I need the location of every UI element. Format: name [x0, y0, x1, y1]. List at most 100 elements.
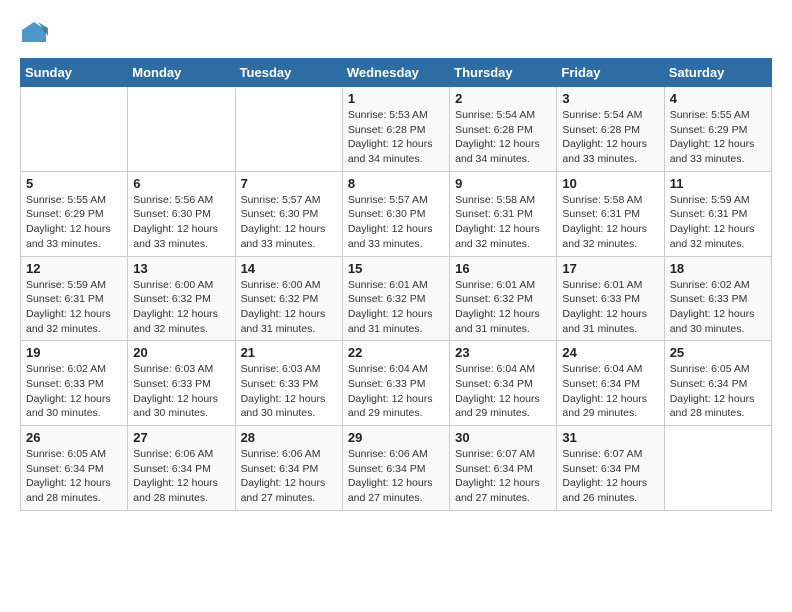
weekday-header-monday: Monday	[128, 59, 235, 87]
weekday-header-friday: Friday	[557, 59, 664, 87]
calendar-cell	[128, 87, 235, 172]
day-info: Sunrise: 6:06 AM Sunset: 6:34 PM Dayligh…	[133, 447, 229, 506]
day-info: Sunrise: 5:57 AM Sunset: 6:30 PM Dayligh…	[241, 193, 337, 252]
day-number: 20	[133, 345, 229, 360]
day-number: 13	[133, 261, 229, 276]
day-info: Sunrise: 5:57 AM Sunset: 6:30 PM Dayligh…	[348, 193, 444, 252]
calendar-cell: 8 Sunrise: 5:57 AM Sunset: 6:30 PM Daylig…	[342, 171, 449, 256]
calendar-cell: 31 Sunrise: 6:07 AM Sunset: 6:34 PM Dayli…	[557, 426, 664, 511]
calendar-cell	[21, 87, 128, 172]
day-info: Sunrise: 6:04 AM Sunset: 6:34 PM Dayligh…	[562, 362, 658, 421]
calendar-cell: 27 Sunrise: 6:06 AM Sunset: 6:34 PM Dayli…	[128, 426, 235, 511]
calendar-cell: 7Sunrise: 5:57 AM Sunset: 6:30 PM Daylig…	[235, 171, 342, 256]
day-number: 27	[133, 430, 229, 445]
day-info: Sunrise: 6:00 AM Sunset: 6:32 PM Dayligh…	[241, 278, 337, 337]
day-info: Sunrise: 5:59 AM Sunset: 6:31 PM Dayligh…	[670, 193, 766, 252]
calendar-cell	[664, 426, 771, 511]
calendar-cell: 20 Sunrise: 6:03 AM Sunset: 6:33 PM Dayli…	[128, 341, 235, 426]
day-number: 2	[455, 91, 551, 106]
calendar-cell: 28 Sunrise: 6:06 AM Sunset: 6:34 PM Dayli…	[235, 426, 342, 511]
calendar-cell: 22 Sunrise: 6:04 AM Sunset: 6:33 PM Dayli…	[342, 341, 449, 426]
day-info: Sunrise: 6:01 AM Sunset: 6:32 PM Dayligh…	[348, 278, 444, 337]
day-info: Sunrise: 5:55 AM Sunset: 6:29 PM Dayligh…	[670, 108, 766, 167]
day-number: 3	[562, 91, 658, 106]
day-number: 26	[26, 430, 122, 445]
day-info: Sunrise: 5:54 AM Sunset: 6:28 PM Dayligh…	[562, 108, 658, 167]
day-info: Sunrise: 6:06 AM Sunset: 6:34 PM Dayligh…	[241, 447, 337, 506]
day-number: 15	[348, 261, 444, 276]
day-number: 21	[241, 345, 337, 360]
logo-icon	[20, 20, 48, 48]
day-number: 17	[562, 261, 658, 276]
day-info: Sunrise: 6:05 AM Sunset: 6:34 PM Dayligh…	[670, 362, 766, 421]
calendar-body: 1Sunrise: 5:53 AM Sunset: 6:28 PM Daylig…	[21, 87, 772, 511]
day-number: 8	[348, 176, 444, 191]
calendar-week-2: 5 Sunrise: 5:55 AM Sunset: 6:29 PM Daylig…	[21, 171, 772, 256]
logo	[20, 20, 50, 48]
calendar-table: SundayMondayTuesdayWednesdayThursdayFrid…	[20, 58, 772, 511]
day-info: Sunrise: 6:05 AM Sunset: 6:34 PM Dayligh…	[26, 447, 122, 506]
day-info: Sunrise: 5:55 AM Sunset: 6:29 PM Dayligh…	[26, 193, 122, 252]
day-info: Sunrise: 6:04 AM Sunset: 6:34 PM Dayligh…	[455, 362, 551, 421]
calendar-cell: 19Sunrise: 6:02 AM Sunset: 6:33 PM Dayli…	[21, 341, 128, 426]
calendar-cell: 30 Sunrise: 6:07 AM Sunset: 6:34 PM Dayli…	[450, 426, 557, 511]
day-number: 16	[455, 261, 551, 276]
day-number: 11	[670, 176, 766, 191]
day-info: Sunrise: 5:58 AM Sunset: 6:31 PM Dayligh…	[455, 193, 551, 252]
calendar-cell: 2Sunrise: 5:54 AM Sunset: 6:28 PM Daylig…	[450, 87, 557, 172]
day-info: Sunrise: 6:00 AM Sunset: 6:32 PM Dayligh…	[133, 278, 229, 337]
calendar-cell: 14 Sunrise: 6:00 AM Sunset: 6:32 PM Dayli…	[235, 256, 342, 341]
calendar-cell: 6Sunrise: 5:56 AM Sunset: 6:30 PM Daylig…	[128, 171, 235, 256]
day-number: 14	[241, 261, 337, 276]
day-info: Sunrise: 6:06 AM Sunset: 6:34 PM Dayligh…	[348, 447, 444, 506]
day-info: Sunrise: 6:07 AM Sunset: 6:34 PM Dayligh…	[455, 447, 551, 506]
day-number: 18	[670, 261, 766, 276]
calendar-cell: 29 Sunrise: 6:06 AM Sunset: 6:34 PM Dayli…	[342, 426, 449, 511]
day-number: 10	[562, 176, 658, 191]
weekday-header-tuesday: Tuesday	[235, 59, 342, 87]
day-number: 5	[26, 176, 122, 191]
calendar-week-4: 19Sunrise: 6:02 AM Sunset: 6:33 PM Dayli…	[21, 341, 772, 426]
day-number: 28	[241, 430, 337, 445]
calendar-cell: 5 Sunrise: 5:55 AM Sunset: 6:29 PM Daylig…	[21, 171, 128, 256]
day-info: Sunrise: 6:03 AM Sunset: 6:33 PM Dayligh…	[241, 362, 337, 421]
calendar-week-5: 26 Sunrise: 6:05 AM Sunset: 6:34 PM Dayli…	[21, 426, 772, 511]
day-info: Sunrise: 6:03 AM Sunset: 6:33 PM Dayligh…	[133, 362, 229, 421]
day-info: Sunrise: 6:04 AM Sunset: 6:33 PM Dayligh…	[348, 362, 444, 421]
day-number: 12	[26, 261, 122, 276]
calendar-cell: 3 Sunrise: 5:54 AM Sunset: 6:28 PM Daylig…	[557, 87, 664, 172]
calendar-cell: 25 Sunrise: 6:05 AM Sunset: 6:34 PM Dayli…	[664, 341, 771, 426]
weekday-header-saturday: Saturday	[664, 59, 771, 87]
calendar-week-3: 12 Sunrise: 5:59 AM Sunset: 6:31 PM Dayli…	[21, 256, 772, 341]
calendar-cell: 26 Sunrise: 6:05 AM Sunset: 6:34 PM Dayli…	[21, 426, 128, 511]
day-number: 25	[670, 345, 766, 360]
calendar-cell: 24Sunrise: 6:04 AM Sunset: 6:34 PM Dayli…	[557, 341, 664, 426]
day-info: Sunrise: 5:59 AM Sunset: 6:31 PM Dayligh…	[26, 278, 122, 337]
calendar-week-1: 1Sunrise: 5:53 AM Sunset: 6:28 PM Daylig…	[21, 87, 772, 172]
day-info: Sunrise: 5:58 AM Sunset: 6:31 PM Dayligh…	[562, 193, 658, 252]
calendar-cell: 23 Sunrise: 6:04 AM Sunset: 6:34 PM Dayli…	[450, 341, 557, 426]
day-number: 9	[455, 176, 551, 191]
calendar-cell	[235, 87, 342, 172]
day-number: 22	[348, 345, 444, 360]
day-number: 31	[562, 430, 658, 445]
day-number: 1	[348, 91, 444, 106]
day-number: 30	[455, 430, 551, 445]
calendar-cell: 4 Sunrise: 5:55 AM Sunset: 6:29 PM Daylig…	[664, 87, 771, 172]
calendar-cell: 10 Sunrise: 5:58 AM Sunset: 6:31 PM Dayli…	[557, 171, 664, 256]
day-number: 29	[348, 430, 444, 445]
calendar-cell: 1Sunrise: 5:53 AM Sunset: 6:28 PM Daylig…	[342, 87, 449, 172]
day-number: 4	[670, 91, 766, 106]
day-number: 23	[455, 345, 551, 360]
calendar-cell: 18 Sunrise: 6:02 AM Sunset: 6:33 PM Dayli…	[664, 256, 771, 341]
day-info: Sunrise: 6:02 AM Sunset: 6:33 PM Dayligh…	[670, 278, 766, 337]
day-info: Sunrise: 6:07 AM Sunset: 6:34 PM Dayligh…	[562, 447, 658, 506]
day-number: 6	[133, 176, 229, 191]
calendar-cell: 21 Sunrise: 6:03 AM Sunset: 6:33 PM Dayli…	[235, 341, 342, 426]
day-info: Sunrise: 6:02 AM Sunset: 6:33 PM Dayligh…	[26, 362, 122, 421]
calendar-cell: 15 Sunrise: 6:01 AM Sunset: 6:32 PM Dayli…	[342, 256, 449, 341]
day-info: Sunrise: 6:01 AM Sunset: 6:33 PM Dayligh…	[562, 278, 658, 337]
calendar-cell: 12 Sunrise: 5:59 AM Sunset: 6:31 PM Dayli…	[21, 256, 128, 341]
weekday-header-wednesday: Wednesday	[342, 59, 449, 87]
weekday-header-sunday: Sunday	[21, 59, 128, 87]
